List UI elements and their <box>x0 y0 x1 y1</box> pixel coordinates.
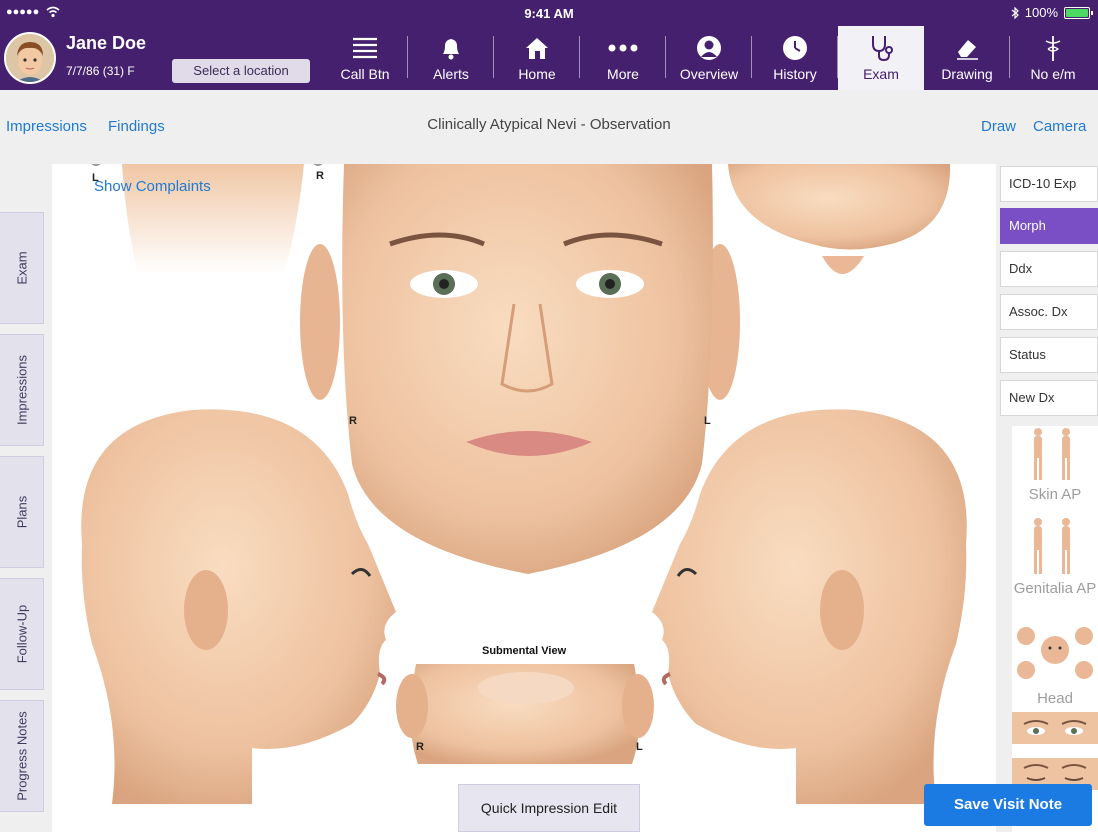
genitalia-ap-figure-icon <box>1034 518 1070 574</box>
nav-label: No e/m <box>1030 66 1076 82</box>
tab-exam[interactable]: Exam <box>0 212 44 324</box>
assoc-dx-button[interactable]: Assoc. Dx <box>1000 294 1098 330</box>
right-profile-view[interactable] <box>81 409 396 804</box>
body-thumbnail-list: Skin AP Genitalia AP Head <box>1012 426 1098 832</box>
camera-link[interactable]: Camera <box>1033 118 1086 135</box>
head-views-illustration[interactable] <box>52 164 996 814</box>
battery-icon <box>1064 6 1093 19</box>
nav-drawing[interactable]: Drawing <box>924 26 1010 90</box>
nav-label: Overview <box>679 66 739 82</box>
nav-alerts[interactable]: Alerts <box>408 26 494 90</box>
page-title: Clinically Atypical Nevi - Observation <box>427 116 671 133</box>
thumbnail-label: Genitalia AP <box>1013 580 1097 597</box>
patient-name: Jane Doe <box>66 33 147 53</box>
main-nav: Call Btn Alerts Home More Overview Histo… <box>322 26 1096 90</box>
nav-overview[interactable]: Overview <box>666 26 752 90</box>
body-map-canvas[interactable]: Show Complaints L R R L R L Submental Vi… <box>52 164 996 814</box>
thumbnail-skin-ap[interactable]: Skin AP <box>1012 426 1098 506</box>
morph-button[interactable]: Morph <box>1000 208 1098 244</box>
person-circle-icon <box>697 36 721 60</box>
more-dots-icon <box>608 44 638 52</box>
tab-impressions[interactable]: Impressions <box>0 334 44 446</box>
select-location-button[interactable]: Select a location <box>172 59 310 83</box>
nav-exam[interactable]: Exam <box>838 26 924 90</box>
status-bar: ●●●●● 9:41 AM 100% <box>0 0 1098 26</box>
thumbnail-eyes-open[interactable] <box>1012 712 1098 744</box>
top-header: ●●●●● 9:41 AM 100% Jane Doe 7/7/86 (31) … <box>0 0 1098 90</box>
tab-progress-notes[interactable]: Progress Notes <box>0 700 44 812</box>
nav-label: Home <box>518 66 556 82</box>
nav-more[interactable]: More <box>580 26 666 90</box>
list-icon <box>353 37 377 59</box>
new-dx-button[interactable]: New Dx <box>1000 380 1098 416</box>
tab-follow-up[interactable]: Follow-Up <box>0 578 44 690</box>
nav-label: History <box>773 66 817 82</box>
side-mark-r: R <box>416 741 424 753</box>
em-caduceus-icon <box>1045 36 1061 61</box>
submental-view-label: Submental View <box>482 645 567 657</box>
nav-label: Exam <box>863 66 899 82</box>
clock-icon <box>783 36 807 60</box>
status-right: 100% <box>1011 5 1093 20</box>
ddx-button[interactable]: Ddx <box>1000 251 1098 287</box>
tab-label: Progress Notes <box>14 711 29 801</box>
eraser-icon <box>957 40 978 60</box>
nav-label: Drawing <box>941 66 993 82</box>
show-complaints-link[interactable]: Show Complaints <box>94 178 211 195</box>
right-panel: ICD-10 Exp Morph Ddx Assoc. Dx Status Ne… <box>996 164 1098 832</box>
bell-icon <box>443 39 459 60</box>
quick-impression-edit-button[interactable]: Quick Impression Edit <box>458 784 640 832</box>
sub-toolbar: Impressions Findings Clinically Atypical… <box>0 90 1098 164</box>
skin-ap-figure-icon <box>1034 428 1070 480</box>
nav-call-btn[interactable]: Call Btn <box>322 26 408 90</box>
app-window: ●●●●● 9:41 AM 100% Jane Doe 7/7/86 (31) … <box>0 0 1098 832</box>
side-mark-l: L <box>92 172 99 184</box>
tab-label: Exam <box>14 251 29 285</box>
eyes-open-icon <box>1023 720 1087 735</box>
nav-label: Call Btn <box>340 66 390 82</box>
stethoscope-icon <box>872 36 893 62</box>
side-mark-r: R <box>349 415 357 427</box>
side-mark-r: R <box>316 170 324 182</box>
status-button[interactable]: Status <box>1000 337 1098 373</box>
nav-home[interactable]: Home <box>494 26 580 90</box>
left-vertical-tabs: Exam Impressions Plans Follow-Up Progres… <box>0 164 52 832</box>
frontal-face-view[interactable] <box>300 164 740 574</box>
draw-link[interactable]: Draw <box>981 118 1016 135</box>
status-time: 9:41 AM <box>524 6 574 21</box>
tab-plans[interactable]: Plans <box>0 456 44 568</box>
battery-fill <box>1066 8 1088 17</box>
save-visit-note-button[interactable]: Save Visit Note <box>924 784 1092 826</box>
nav-no-em[interactable]: No e/m <box>1010 26 1096 90</box>
side-mark-l: L <box>636 741 643 753</box>
submental-view[interactable] <box>396 664 654 764</box>
avatar[interactable] <box>4 32 56 84</box>
tab-label: Impressions <box>14 354 29 426</box>
thumbnail-label: Head <box>1037 690 1073 707</box>
home-icon <box>526 38 548 59</box>
nav-history[interactable]: History <box>752 26 838 90</box>
avatar-face-icon <box>6 34 54 82</box>
head-views-thumbnail-icon <box>1017 627 1093 679</box>
nav-label: Alerts <box>433 66 469 82</box>
nav-label: More <box>607 66 639 82</box>
tab-label: Follow-Up <box>14 604 29 664</box>
patient-banner: Jane Doe 7/7/86 (31) F Select a location <box>0 26 320 90</box>
thumbnail-genitalia-ap[interactable]: Genitalia AP <box>1012 516 1098 616</box>
battery-percent: 100% <box>1024 5 1058 20</box>
thumbnail-head[interactable]: Head <box>1012 622 1098 712</box>
patient-info: 7/7/86 (31) F <box>66 64 135 78</box>
side-mark-l: L <box>704 415 711 427</box>
tab-label: Plans <box>14 495 29 529</box>
icd10-exp-button[interactable]: ICD-10 Exp <box>1000 166 1098 202</box>
thumbnail-label: Skin AP <box>1028 486 1082 503</box>
scalp-top-view[interactable] <box>728 164 951 274</box>
bluetooth-icon <box>1011 6 1019 19</box>
